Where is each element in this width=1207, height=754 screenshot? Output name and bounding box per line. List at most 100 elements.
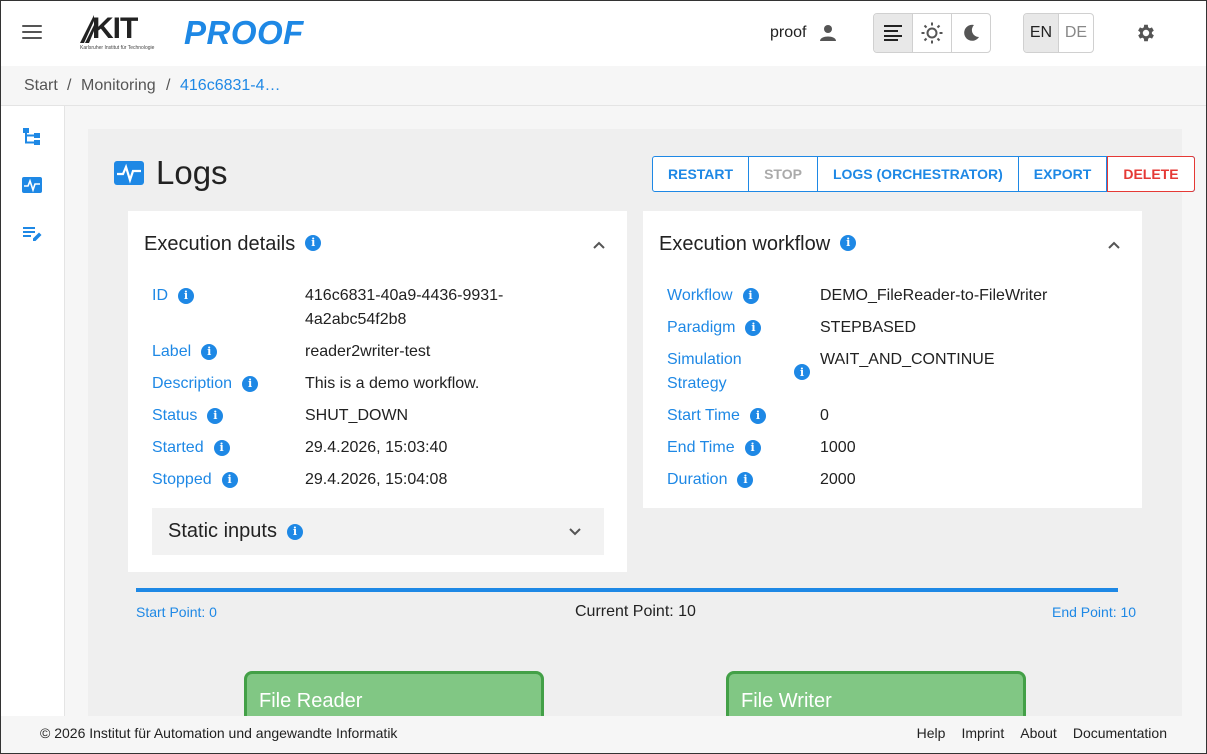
workflow-row-start-time: Start Time i (667, 404, 766, 428)
menu-icon[interactable] (22, 25, 42, 41)
execution-progress-bar (136, 588, 1118, 592)
restart-button[interactable]: RESTART (653, 157, 750, 191)
workflow-label-text: End Time (667, 439, 735, 456)
gear-icon[interactable] (1135, 22, 1157, 44)
light-mode-icon[interactable] (913, 14, 952, 52)
list-icon[interactable] (874, 14, 913, 52)
action-button-group: RESTART STOP LOGS (ORCHESTRATOR) EXPORT … (652, 156, 1195, 192)
info-icon[interactable]: i (242, 376, 259, 392)
current-point-label: Current Point: 10 (575, 603, 696, 620)
info-icon[interactable]: i (213, 440, 230, 456)
kit-logo-subtitle: Karlsruher Institut für Technologie (80, 45, 155, 51)
node-label: File Writer (741, 690, 832, 712)
detail-value: 416c6831-40a9-4436-9931- 4a2abc54f2b8 (305, 287, 504, 328)
info-icon[interactable]: i (737, 472, 754, 488)
help-link[interactable]: Help (917, 725, 946, 741)
kit-logo[interactable]: KIT Karlsruher Institut für Technologie (80, 12, 162, 52)
copyright-text: © 2026 Institut für Automation und angew… (40, 725, 398, 741)
workflow-tree-icon[interactable] (22, 126, 42, 146)
info-icon[interactable]: i (744, 440, 761, 456)
detail-value: reader2writer-test (305, 343, 431, 360)
workflow-value: DEMO_FileReader-to-FileWriter (820, 287, 1048, 304)
page-title-text: Logs (156, 154, 228, 191)
detail-row-id: ID i (152, 284, 194, 308)
breadcrumb-start[interactable]: Start (24, 77, 58, 95)
info-icon[interactable]: i (201, 344, 218, 360)
static-inputs-title: Static inputs (168, 520, 277, 542)
detail-value: SHUT_DOWN (305, 407, 409, 424)
lang-de-button[interactable]: DE (1059, 14, 1093, 52)
workflow-row-duration: Duration i (667, 468, 754, 492)
detail-row-started: Started i (152, 436, 230, 460)
execution-details-title: Execution details (144, 233, 296, 255)
info-icon[interactable]: i (221, 472, 238, 488)
info-icon[interactable]: i (749, 408, 766, 424)
workflow-value: WAIT_AND_CONTINUE (820, 351, 995, 368)
app-title[interactable]: PROOF (184, 14, 304, 52)
chevron-up-icon[interactable] (592, 238, 606, 252)
info-icon[interactable]: i (286, 523, 303, 540)
execution-workflow-header[interactable]: Execution workflow i (659, 233, 857, 256)
info-icon[interactable]: i (305, 234, 322, 251)
kit-logo-text: KIT (92, 12, 138, 45)
detail-row-stopped: Stopped i (152, 468, 238, 492)
monitoring-icon[interactable] (22, 175, 42, 195)
workflow-label-text: Duration (667, 471, 728, 488)
detail-label-text: Status (152, 407, 198, 424)
delete-button[interactable]: DELETE (1107, 156, 1195, 192)
edit-notes-icon[interactable] (22, 224, 42, 244)
workflow-row-workflow: Workflow i (667, 284, 759, 308)
footer: © 2026 Institut für Automation und angew… (0, 716, 1207, 754)
footer-links: Help Imprint About Documentation (917, 725, 1167, 741)
detail-row-label: Label i (152, 340, 218, 364)
breadcrumb-current[interactable]: 416c6831-4… (180, 77, 281, 95)
app-header: KIT Karlsruher Institut für Technologie … (0, 0, 1207, 66)
detail-row-description: Description i (152, 372, 259, 396)
info-icon[interactable]: i (794, 364, 810, 380)
user-icon[interactable] (818, 23, 838, 43)
info-icon[interactable]: i (840, 234, 857, 251)
workflow-label-text: Paradigm (667, 319, 736, 336)
workflow-value: 0 (820, 407, 829, 424)
detail-label-text: Started (152, 439, 204, 456)
orchestrator-logs-button[interactable]: LOGS (ORCHESTRATOR) (818, 157, 1019, 191)
workflow-label-text: Simulation Strategy (667, 351, 742, 392)
about-link[interactable]: About (1020, 725, 1057, 741)
stop-button[interactable]: STOP (749, 157, 818, 191)
workflow-value: 1000 (820, 439, 856, 456)
documentation-link[interactable]: Documentation (1073, 725, 1167, 741)
workflow-label-text: Workflow (667, 287, 733, 304)
user-name[interactable]: proof (770, 24, 806, 42)
detail-label-text: ID (152, 287, 168, 304)
static-inputs-accordion[interactable]: Static inputs i (152, 508, 604, 555)
breadcrumb: Start / Monitoring / 416c6831-4… (0, 66, 1207, 106)
lang-en-button[interactable]: EN (1024, 14, 1059, 52)
dark-mode-icon[interactable] (952, 14, 990, 52)
execution-workflow-title: Execution workflow (659, 233, 831, 255)
breadcrumb-separator: / (166, 77, 171, 94)
imprint-link[interactable]: Imprint (961, 725, 1004, 741)
info-icon[interactable]: i (745, 320, 762, 336)
export-button[interactable]: EXPORT (1019, 157, 1108, 191)
workflow-value: 2000 (820, 471, 856, 488)
chevron-down-icon[interactable] (568, 525, 582, 539)
info-icon[interactable]: i (207, 408, 224, 424)
workflow-value: STEPBASED (820, 319, 917, 336)
execution-details-header[interactable]: Execution details i (144, 233, 322, 256)
node-label: File Reader (259, 690, 363, 712)
detail-row-status: Status i (152, 404, 224, 428)
detail-value: 29.4.2026, 15:04:08 (305, 471, 448, 488)
chevron-up-icon[interactable] (1107, 238, 1121, 252)
theme-toggle (873, 13, 991, 53)
detail-value: This is a demo workflow. (305, 375, 480, 392)
sidebar (0, 106, 65, 716)
detail-label-text: Stopped (152, 471, 212, 488)
breadcrumb-monitoring[interactable]: Monitoring (81, 77, 156, 95)
language-toggle: EN DE (1023, 13, 1094, 53)
detail-value: 29.4.2026, 15:03:40 (305, 439, 448, 456)
info-icon[interactable]: i (178, 288, 194, 304)
detail-label: ID i (152, 284, 194, 308)
info-icon[interactable]: i (742, 288, 759, 304)
start-point-label: Start Point: 0 (136, 604, 217, 620)
detail-label-text: Description (152, 375, 233, 392)
